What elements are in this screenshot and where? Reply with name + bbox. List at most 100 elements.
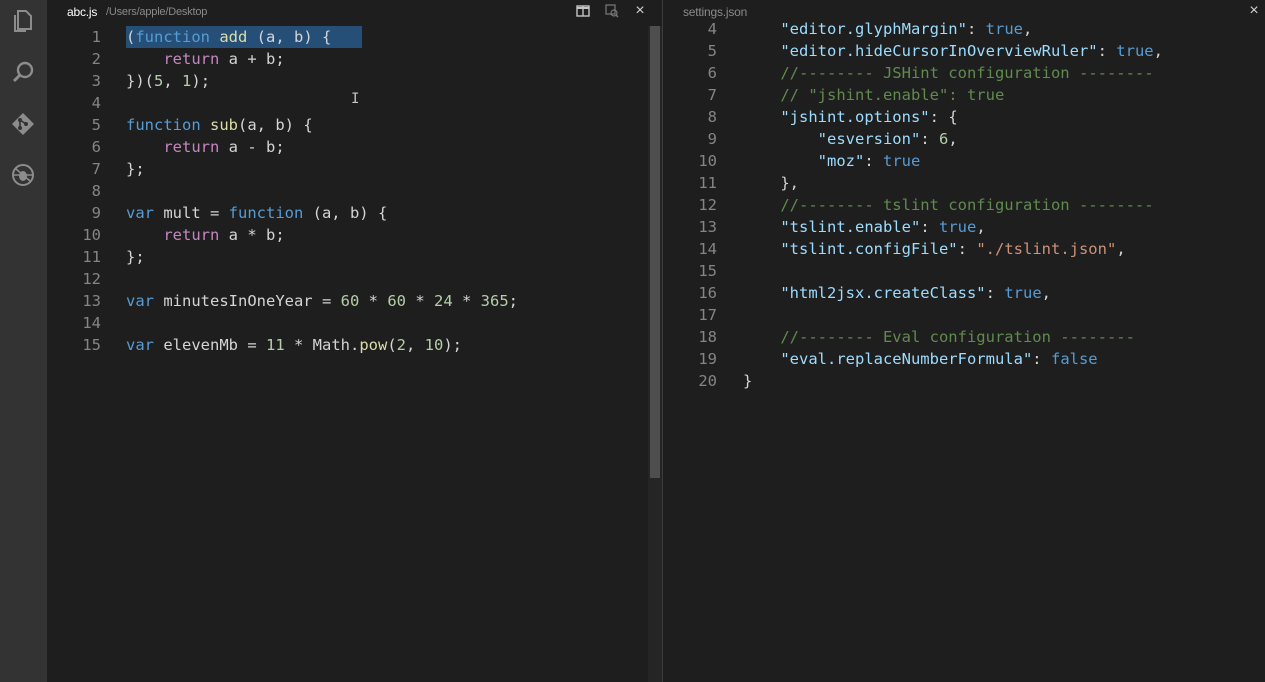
code-token: sub — [210, 116, 238, 134]
code-line[interactable]: 13 "tslint.enable": true, — [663, 216, 1263, 238]
code-text: //-------- Eval configuration -------- — [743, 326, 1135, 348]
code-token: pow — [359, 336, 388, 354]
close-icon[interactable]: × — [1246, 2, 1262, 19]
close-icon[interactable]: × — [632, 2, 648, 19]
line-number: 9 — [707, 130, 717, 148]
code-token: "jshint.options" — [780, 108, 930, 126]
code-line[interactable]: 5 function sub(a, b) { — [47, 114, 647, 136]
code-token: 5 — [154, 72, 164, 90]
code-token: return — [163, 138, 220, 156]
code-token: , — [948, 130, 958, 148]
code-line[interactable]: 5 "editor.hideCursorInOverviewRuler": tr… — [663, 40, 1263, 62]
code-line[interactable]: 7 // "jshint.enable": true — [663, 84, 1263, 106]
code-token: 2 — [396, 336, 406, 354]
line-number: 13 — [698, 218, 717, 236]
right-code-area[interactable]: 4 "editor.glyphMargin": true, 5 "editor.h… — [663, 18, 1263, 392]
code-text: }; — [126, 246, 145, 268]
code-line[interactable]: 15 var elevenMb = 11 * Math.pow(2, 10); — [47, 334, 647, 356]
code-line[interactable]: 4 "editor.glyphMargin": true, — [663, 18, 1263, 40]
code-line[interactable]: 2 return a + b; — [47, 48, 647, 70]
left-code-area[interactable]: 1 (function add (a, b) {2 return a + b; 3}… — [47, 26, 647, 356]
code-line[interactable]: 8 — [47, 180, 647, 202]
code-token: (a, b) { — [303, 204, 388, 222]
split-editor-icon[interactable] — [575, 3, 591, 19]
code-text: (function add (a, b) { — [126, 26, 331, 48]
line-number: 5 — [707, 42, 717, 60]
code-line[interactable]: 18 //-------- Eval configuration -------… — [663, 326, 1263, 348]
code-token: function — [135, 28, 210, 46]
line-number: 2 — [91, 50, 101, 68]
left-scrollbar[interactable] — [648, 26, 662, 682]
left-scrollbar-thumb[interactable] — [650, 26, 660, 478]
line-number: 20 — [698, 372, 717, 390]
code-text: "tslint.enable": true, — [743, 216, 985, 238]
search-icon[interactable] — [8, 57, 38, 87]
code-token: true — [1116, 42, 1154, 60]
code-token: * — [452, 292, 481, 310]
line-number: 8 — [707, 108, 717, 126]
code-line[interactable]: 10 "moz": true — [663, 150, 1263, 172]
code-line[interactable]: 12 //-------- tslint configuration -----… — [663, 194, 1263, 216]
code-line[interactable]: 7}; — [47, 158, 647, 180]
line-number: 10 — [698, 152, 717, 170]
code-line[interactable]: 16 "html2jsx.createClass": true, — [663, 282, 1263, 304]
line-number: 8 — [91, 182, 101, 200]
code-token: elevenMb = — [154, 336, 266, 354]
code-text: "eval.replaceNumberFormula": false — [743, 348, 1097, 370]
code-line[interactable]: 6 return a - b; — [47, 136, 647, 158]
code-token: return — [163, 50, 220, 68]
code-line[interactable]: 10 return a * b; — [47, 224, 647, 246]
code-token: (a, b) { — [238, 116, 313, 134]
code-line[interactable]: 9 "esversion": 6, — [663, 128, 1263, 150]
code-text: "tslint.configFile": "./tslint.json", — [743, 238, 1125, 260]
code-token: a + b; — [219, 50, 285, 68]
code-line[interactable]: 8 "jshint.options": { — [663, 106, 1263, 128]
code-token: : — [966, 20, 977, 38]
line-number: 12 — [698, 196, 717, 214]
code-line[interactable]: 11 }, — [663, 172, 1263, 194]
code-line[interactable]: 9 var mult = function (a, b) { — [47, 202, 647, 224]
code-line[interactable]: 15 — [663, 260, 1263, 282]
code-text: })(5, 1); — [126, 70, 210, 92]
code-line[interactable]: 6 //-------- JSHint configuration ------… — [663, 62, 1263, 84]
code-text: var mult = function (a, b) { — [126, 202, 387, 224]
code-token: ); — [443, 336, 463, 354]
tab-settings-json[interactable]: settings.json — [683, 5, 747, 19]
code-line[interactable]: 14 — [47, 312, 647, 334]
code-line[interactable]: 13 var minutesInOneYear = 60 * 60 * 24 * … — [47, 290, 647, 312]
code-text: "editor.glyphMargin": true, — [743, 18, 1032, 40]
line-number: 9 — [91, 204, 101, 222]
code-text: } — [743, 370, 752, 392]
line-number: 6 — [91, 138, 101, 156]
code-token: "html2jsx.createClass" — [780, 284, 986, 302]
debug-icon[interactable] — [8, 160, 38, 190]
code-line[interactable]: 12 — [47, 268, 647, 290]
open-changes-icon[interactable] — [604, 3, 620, 19]
tab-abc-js[interactable]: abc.js — [67, 5, 97, 19]
code-line[interactable]: 19 "eval.replaceNumberFormula": false — [663, 348, 1263, 370]
code-line[interactable]: 17 — [663, 304, 1263, 326]
code-line[interactable]: 11}; — [47, 246, 647, 268]
code-line[interactable]: 20} — [663, 370, 1263, 392]
git-icon[interactable] — [8, 109, 38, 139]
code-token: //-------- JSHint configuration -------- — [743, 64, 1154, 82]
code-token: 10 — [424, 336, 444, 354]
explorer-icon[interactable] — [8, 6, 38, 36]
code-token: "eval.replaceNumberFormula" — [780, 350, 1033, 368]
code-token: , — [1153, 42, 1163, 60]
code-line[interactable]: 3})(5, 1); — [47, 70, 647, 92]
code-line[interactable]: 4 — [47, 92, 647, 114]
code-line[interactable]: 14 "tslint.configFile": "./tslint.json", — [663, 238, 1263, 260]
code-token: mult = — [154, 204, 229, 222]
line-number: 1 — [91, 28, 101, 46]
code-token: , — [163, 72, 183, 90]
code-token: ); — [191, 72, 211, 90]
code-line[interactable]: 1 (function add (a, b) { — [47, 26, 647, 48]
